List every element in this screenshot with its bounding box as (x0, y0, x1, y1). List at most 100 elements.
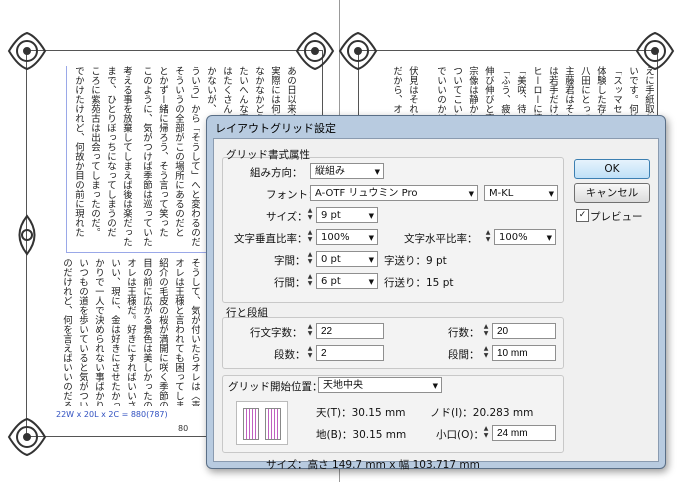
size-stepper[interactable]: ▲ ▼ (306, 207, 314, 223)
chars-per-line-label: 行文字数： (250, 327, 303, 339)
gutter-input[interactable] (492, 345, 556, 361)
grid-preview-thumbnail (236, 401, 288, 445)
page-number: 80 (178, 424, 189, 433)
vertical-scale-label: 文字垂直比率： (234, 233, 308, 245)
columns-stepper[interactable]: ▲ ▼ (306, 345, 314, 361)
text-column: 八田にとって大切なものは何だろうか (576, 66, 590, 116)
chevron-down-icon: ▼ (468, 190, 474, 198)
font-style-value: M-KL (489, 188, 514, 199)
line-spacing-label: 行間： (274, 277, 306, 289)
ok-button[interactable]: OK (574, 159, 650, 179)
fore-edge-stepper[interactable]: ▲ ▼ (482, 425, 490, 441)
chevron-down-icon: ▼ (374, 168, 380, 176)
text-column: のだけれど、何を言えばいいのだろう (61, 258, 72, 406)
horizontal-scale-value: 100% (499, 232, 528, 243)
text-column: そういうの全部がこの場所にあるのだと (173, 66, 184, 237)
text-column: このように、気がつけば季節は巡っていた (141, 66, 152, 246)
horizontal-scale-stepper[interactable]: ▲ ▼ (484, 229, 492, 245)
text-column: いい、現に、金は好きにさせたかった (109, 258, 120, 406)
char-spacing-select[interactable]: 0 pt ▼ (316, 251, 378, 267)
ornament-corner-icon (338, 31, 378, 71)
char-spacing-label: 字間： (274, 255, 306, 267)
chevron-down-icon: ▼ (432, 382, 438, 390)
dialog-title: レイアウトグリッド設定 (215, 122, 336, 135)
chevron-down-icon: ▼ (548, 190, 554, 198)
lines-stepper[interactable]: ▲ ▼ (482, 323, 490, 339)
text-column: 宗像は静かに目を閉じて考えていた (464, 66, 478, 116)
ornament-corner-icon (635, 31, 675, 71)
text-column: はたくさん残された言葉の意味を考える (218, 66, 232, 114)
line-spacing-stepper[interactable]: ▲ ▼ (306, 273, 314, 289)
text-column: は若手だけど頼りになる存在だった (544, 66, 558, 116)
gutter-stepper[interactable]: ▲ ▼ (482, 345, 490, 361)
text-column: でかけたけれど、何故か目の前に現れた (73, 66, 84, 237)
grid-info-label: 22W x 20L x 2C = 880(787) (56, 410, 168, 419)
chevron-down-icon: ▼ (546, 234, 552, 242)
ornament-corner-icon (7, 31, 47, 71)
chevron-down-icon: ▼ (368, 212, 374, 220)
preview-page-left (243, 408, 259, 440)
fore-edge-label: 小口(O)： (436, 429, 484, 441)
direction-label: 組み方向： (250, 167, 303, 179)
cancel-button[interactable]: キャンセル (574, 183, 650, 203)
grid-format-section-title: グリッド書式属性 (226, 149, 310, 161)
text-column: 主藤君はそれを見てただ笑っていた (560, 66, 574, 116)
gutter-margin-text: ノド(I)：20.283 mm (430, 407, 534, 419)
text-column: 体験した存在は何か別のものであった (592, 66, 606, 116)
fore-edge-input[interactable] (492, 425, 556, 441)
grid-size-text: サイズ：高さ 149.7 mm x 幅 103.717 mm (266, 459, 480, 471)
horizontal-scale-label: 文字水平比率： (404, 233, 478, 245)
text-column: ヒーローに憧れていた少年時代の話 (528, 66, 542, 116)
text-column: オレは王様と言われても困ってしまう (173, 258, 184, 406)
font-family-value: A-OTF リュウミン Pro (315, 188, 418, 199)
font-family-select[interactable]: A-OTF リュウミン Pro ▼ (310, 185, 478, 201)
direction-select[interactable]: 縦組み ▼ (310, 163, 384, 179)
chevron-down-icon: ▼ (368, 256, 374, 264)
top-margin-text: 天(T)：30.15 mm (316, 407, 406, 419)
text-column: オレは王様だ。好きにすればいいさ。 (125, 258, 136, 406)
dialog-body: グリッド書式属性 組み方向： 縦組み ▼ フォント： A-OTF リュウミン Pr… (213, 138, 659, 471)
text-column: 考える事を放棄してしまえば後は楽だった (121, 66, 132, 246)
grid-line (66, 66, 67, 252)
text-column: いつもの道を歩いていると気がついた (77, 258, 88, 406)
chars-per-line-stepper[interactable]: ▲ ▼ (306, 323, 314, 339)
preview-checkbox[interactable]: ✓ (576, 209, 589, 222)
text-column: 「ふう、疲れた」と言って座り込む (496, 66, 510, 116)
text-column: でいいのかどうか、わからないまま (432, 66, 446, 116)
text-column: 目の前に広がる景色は美しかったのだ (141, 258, 152, 406)
bottom-margin-text: 地(B)：30.15 mm (316, 429, 407, 441)
char-spacing-stepper[interactable]: ▲ ▼ (306, 251, 314, 267)
text-column: かないが、それでも前へ進むしかない。 (202, 66, 216, 114)
char-spacing-value: 0 pt (321, 254, 341, 265)
lines-label: 行数： (448, 327, 480, 339)
text-column: かりで一人で決められない事ばかりだ (93, 258, 104, 406)
grid-start-value: 天地中央 (323, 380, 363, 391)
line-advance-text: 行送り：15 pt (384, 277, 454, 289)
columns-input[interactable] (316, 345, 384, 361)
font-style-select[interactable]: M-KL ▼ (484, 185, 558, 201)
grid-start-label: グリッド開始位置： (228, 381, 323, 393)
layout-grid-dialog: レイアウトグリッド設定 グリッド書式属性 組み方向： 縦組み ▼ フォント： A-… (206, 115, 666, 471)
vertical-scale-select[interactable]: 100% ▼ (316, 229, 378, 245)
chevron-down-icon: ▼ (368, 234, 374, 242)
ornament-corner-icon (295, 31, 335, 71)
text-column: ついてこいと言われても困るのだ (448, 66, 462, 116)
horizontal-scale-select[interactable]: 100% ▼ (494, 229, 556, 245)
line-spacing-select[interactable]: 6 pt ▼ (316, 273, 378, 289)
grid-start-select[interactable]: 天地中央 ▼ (318, 377, 442, 393)
text-column: 伸び伸びと育った子供たちの笑顔 (480, 66, 494, 116)
text-column: ころに紫苑古は出会ってしまったのだ。 (89, 66, 100, 237)
text-column: とかずー緒に帰ろう、そう言って笑った (157, 66, 168, 237)
direction-value: 縦組み (315, 166, 345, 177)
text-column: 伏見はそれを黙って聞いていた。 (404, 66, 418, 116)
text-column: ういう」から「そうして」へと変わるのだ (189, 66, 200, 246)
size-select[interactable]: 9 pt ▼ (316, 207, 378, 223)
lines-input[interactable] (492, 323, 556, 339)
text-column: そうして、気が付いたらオレは〈青の王〉 (189, 258, 200, 406)
vertical-scale-stepper[interactable]: ▲ ▼ (306, 229, 314, 245)
text-column: 「美咲、待ってよ」と彼は叫んだ。 (512, 66, 526, 116)
size-value: 9 pt (321, 210, 341, 221)
chars-per-line-input[interactable] (316, 323, 384, 339)
preview-label: プレビュー (590, 211, 643, 223)
chevron-down-icon: ▼ (368, 278, 374, 286)
